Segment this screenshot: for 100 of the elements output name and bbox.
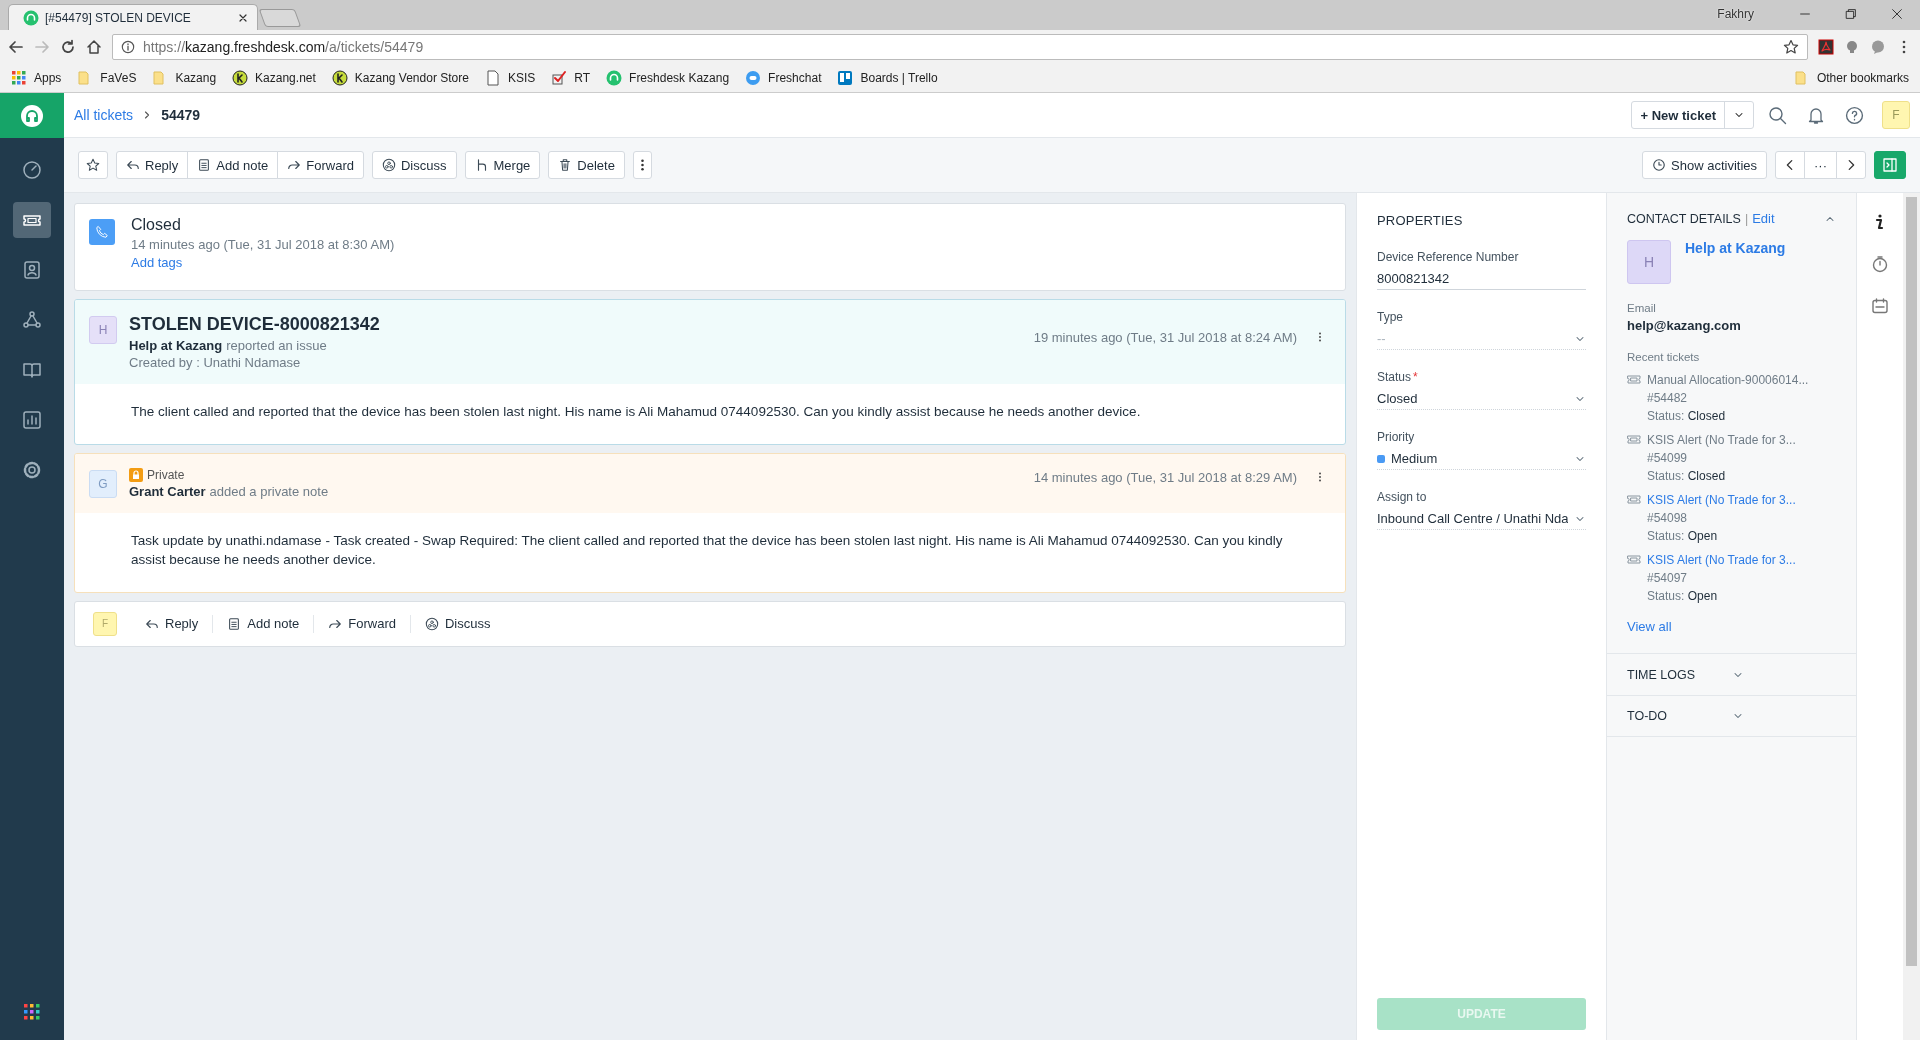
note-icon: [227, 616, 242, 631]
ticket-id: 54479: [161, 107, 201, 123]
bulb-icon[interactable]: [1844, 39, 1860, 55]
ticket-icon: [1627, 493, 1641, 507]
nav-item[interactable]: [13, 202, 51, 238]
clock-icon: [1652, 158, 1666, 172]
network-icon: [22, 310, 42, 330]
separator: |: [1744, 211, 1749, 226]
profile-name[interactable]: Fakhry: [1717, 7, 1754, 21]
bookmark[interactable]: Kazang.net: [229, 68, 319, 88]
status-time: 14 minutes ago (Tue, 31 Jul 2018 at 8:30 AM): [131, 237, 395, 252]
calendar-icon[interactable]: [1871, 297, 1889, 315]
star-button[interactable]: [78, 151, 108, 179]
field-label: Recent tickets: [1627, 351, 1701, 363]
dropdown-field[interactable]: Inbound Call Centre / Unathi Nda: [1377, 508, 1586, 530]
edit-link[interactable]: Edit: [1752, 211, 1775, 226]
more-button[interactable]: [632, 151, 652, 179]
ticket-list-button[interactable]: ···: [1804, 151, 1837, 179]
ticket-number: #54097: [1647, 571, 1689, 585]
user-avatar: F: [93, 611, 117, 636]
ticket-status: Status: Open: [1647, 589, 1719, 603]
text-field[interactable]: 8000821342: [1377, 268, 1586, 290]
headset-icon: [20, 103, 44, 128]
recent-ticket-link[interactable]: KSIS Alert (No Trade for 3...: [1647, 553, 1796, 567]
reload-icon[interactable]: [60, 39, 76, 55]
bookmark[interactable]: Freshchat: [742, 68, 825, 88]
back-icon[interactable]: [8, 39, 24, 55]
k-logo-icon: [331, 70, 348, 86]
avatar: H: [89, 316, 117, 344]
next-button[interactable]: [1836, 151, 1866, 179]
speech-bubble-icon[interactable]: [1870, 39, 1886, 55]
reply-action[interactable]: Add note: [213, 614, 315, 633]
view-all-link[interactable]: View all: [1627, 619, 1672, 634]
pdf-icon[interactable]: [1818, 39, 1834, 55]
close-icon[interactable]: [1890, 7, 1904, 21]
bar-chart-icon: [22, 410, 42, 430]
other-bookmarks[interactable]: Other bookmarks: [1790, 68, 1912, 88]
lock-icon: [129, 467, 143, 482]
contact-name[interactable]: Help at Kazang: [1685, 240, 1786, 256]
contact-card-icon: [22, 260, 42, 280]
restore-icon[interactable]: [1844, 7, 1858, 21]
ticket-number: #54482: [1647, 391, 1689, 405]
toolbar-button[interactable]: Reply: [116, 151, 189, 179]
ticket-number: #54098: [1647, 511, 1689, 525]
bookmark[interactable]: Freshdesk Kazang: [603, 68, 733, 88]
page-icon: [484, 70, 501, 86]
field-label: Assign to: [1377, 490, 1427, 504]
toolbar-button[interactable]: Forward: [277, 151, 364, 179]
reply-action[interactable]: Reply: [131, 614, 214, 633]
home-icon[interactable]: [86, 39, 102, 55]
bookmark[interactable]: Boards | Trello: [834, 68, 941, 88]
toolbar-button[interactable]: Merge: [464, 151, 541, 179]
dropdown-field[interactable]: Closed: [1377, 388, 1586, 410]
star-icon[interactable]: [1783, 39, 1799, 55]
section-header[interactable]: TO-DO: [1607, 695, 1856, 737]
book-icon: [22, 360, 42, 380]
info-icon: [121, 40, 135, 54]
k-logo-icon: [232, 70, 249, 86]
ticket-status: Status: Closed: [1647, 469, 1727, 483]
required-mark: *: [1413, 370, 1418, 384]
bookmark[interactable]: KSIS: [481, 68, 539, 88]
toolbar-button[interactable]: Discuss: [372, 151, 457, 179]
bell-icon[interactable]: [1807, 106, 1825, 124]
app-logo[interactable]: [0, 93, 64, 138]
previous-button[interactable]: [1775, 151, 1805, 179]
author-name[interactable]: Help at Kazang: [129, 338, 223, 353]
apps-grid-icon: [11, 70, 27, 86]
panel-toggle-button[interactable]: [1874, 151, 1906, 179]
breadcrumb-link[interactable]: All tickets: [74, 107, 134, 123]
reply-action[interactable]: Discuss: [411, 614, 505, 633]
recent-ticket-link[interactable]: Manual Allocation-90006014...: [1647, 373, 1809, 387]
field-label: Status: [1377, 370, 1412, 384]
show-activities-button[interactable]: Show activities: [1642, 151, 1767, 179]
discuss-icon: [425, 616, 439, 631]
address-bar[interactable]: https://kazang.freshdesk.com/a/tickets/54479: [112, 34, 1808, 60]
bookmark[interactable]: FaVeS: [74, 68, 140, 88]
reply-action[interactable]: Forward: [314, 614, 411, 633]
add-tags-link[interactable]: Add tags: [131, 255, 395, 270]
recent-ticket-link[interactable]: KSIS Alert (No Trade for 3...: [1647, 433, 1796, 447]
scrollbar[interactable]: [1903, 193, 1920, 1040]
dropdown-field[interactable]: Medium: [1377, 448, 1586, 470]
avatar: G: [89, 469, 117, 498]
help-icon[interactable]: [1845, 105, 1864, 125]
search-icon[interactable]: [1768, 105, 1787, 125]
bookmark[interactable]: RT: [548, 68, 594, 88]
app-grid-icon[interactable]: [22, 1002, 42, 1022]
bookmark[interactable]: Apps: [8, 68, 65, 88]
private-label: Private: [147, 467, 185, 482]
timer-icon[interactable]: [1871, 255, 1889, 273]
recent-ticket-link[interactable]: KSIS Alert (No Trade for 3...: [1647, 493, 1796, 507]
contact-avatar: H: [1627, 240, 1671, 284]
board-icon: [837, 70, 854, 86]
bookmark[interactable]: Kazang Vendor Store: [328, 68, 472, 88]
more-icon: [640, 159, 644, 171]
bookmark[interactable]: Kazang: [149, 68, 220, 88]
toolbar-button[interactable]: Add note: [187, 151, 279, 179]
timestamp: 14 minutes ago (Tue, 31 Jul 2018 at 8:29 AM): [1033, 469, 1297, 485]
toolbar-button[interactable]: Delete: [548, 151, 625, 179]
browser-tab[interactable]: [#54479] STOLEN DEVICE: [8, 4, 258, 30]
author-name[interactable]: Grant Carter: [129, 483, 206, 499]
